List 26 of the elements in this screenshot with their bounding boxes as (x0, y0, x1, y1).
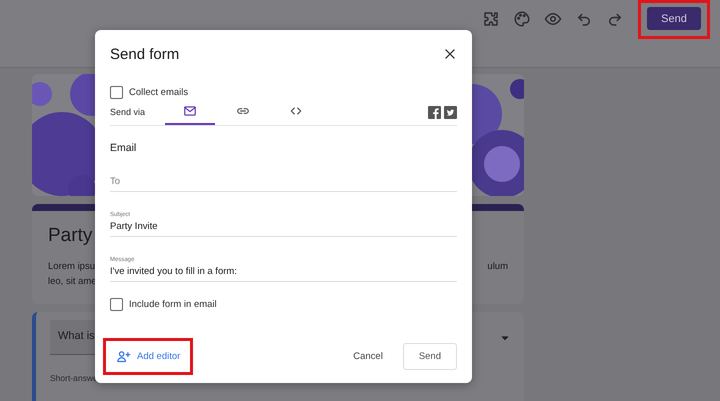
dialog-title: Send form (110, 46, 180, 62)
add-person-icon (116, 349, 131, 364)
section-title: Email (110, 142, 138, 154)
checkbox-label: Collect emails (129, 87, 188, 98)
envelope-icon (183, 104, 198, 118)
send-button[interactable]: Send (402, 343, 457, 370)
palette-icon[interactable] (513, 10, 531, 28)
text-field[interactable]: To (110, 176, 457, 187)
checkbox[interactable] (110, 86, 123, 99)
text-field[interactable]: I've invited you to fill in a form: (110, 266, 457, 277)
checkbox-label: Include form in email (129, 299, 217, 310)
cancel-button[interactable]: Cancel (347, 345, 389, 368)
form-description: Lorem ipsu (48, 261, 95, 272)
send-button[interactable]: Send (647, 7, 701, 30)
add-ons-icon[interactable] (482, 10, 500, 28)
form-description: ulum (487, 261, 508, 272)
twitter-icon[interactable] (444, 106, 457, 119)
close-icon (443, 47, 457, 61)
form-title: Party (48, 225, 92, 247)
send-via-label: Send via (110, 107, 146, 119)
checkbox[interactable] (110, 298, 123, 311)
facebook-icon[interactable] (428, 106, 441, 119)
text-field[interactable]: Party Invite (110, 221, 457, 232)
preview-eye-icon[interactable] (544, 10, 562, 28)
close-button[interactable] (443, 47, 457, 61)
add-editor-button[interactable]: Add editor (116, 349, 180, 364)
